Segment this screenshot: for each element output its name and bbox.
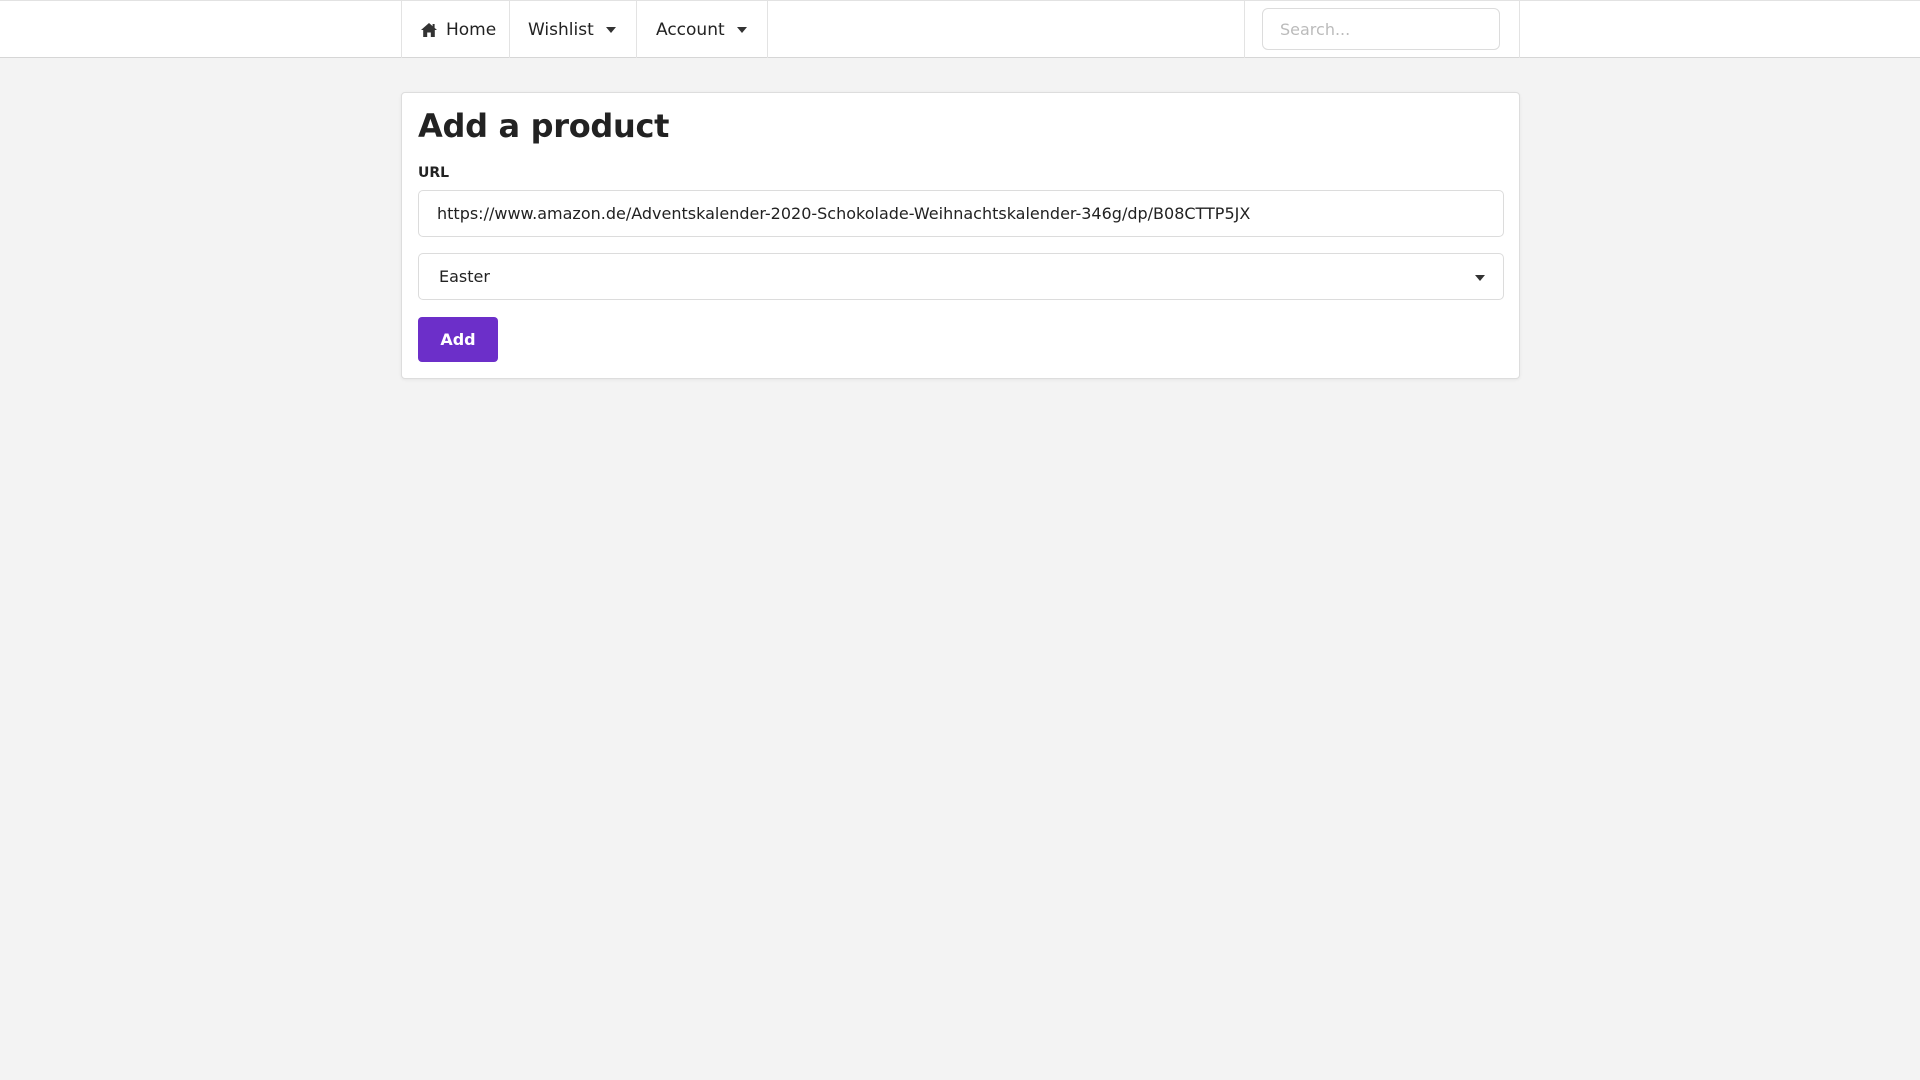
page-title: Add a product <box>418 107 670 145</box>
nav-home-label: Home <box>446 19 497 40</box>
nav-account-label: Account <box>656 19 725 40</box>
home-icon <box>420 22 438 38</box>
top-navbar: Home Wishlist Account <box>0 0 1920 58</box>
nav-item-account[interactable]: Account <box>637 1 768 58</box>
chevron-down-icon <box>1475 275 1485 281</box>
nav-item-wishlist[interactable]: Wishlist <box>510 1 637 58</box>
chevron-down-icon <box>606 27 616 33</box>
add-button[interactable]: Add <box>418 317 498 362</box>
search-input[interactable] <box>1262 8 1500 50</box>
add-product-card: Add a product URL Easter Add <box>401 92 1520 379</box>
nav-container: Home Wishlist Account <box>401 1 1520 58</box>
nav-wishlist-label: Wishlist <box>528 19 594 40</box>
url-input[interactable] <box>418 190 1504 237</box>
nav-search-container <box>1244 1 1520 58</box>
url-label: URL <box>418 165 450 181</box>
chevron-down-icon <box>737 27 747 33</box>
nav-item-home[interactable]: Home <box>402 1 510 58</box>
wishlist-select[interactable]: Easter <box>418 253 1504 300</box>
wishlist-select-value: Easter <box>439 267 490 286</box>
